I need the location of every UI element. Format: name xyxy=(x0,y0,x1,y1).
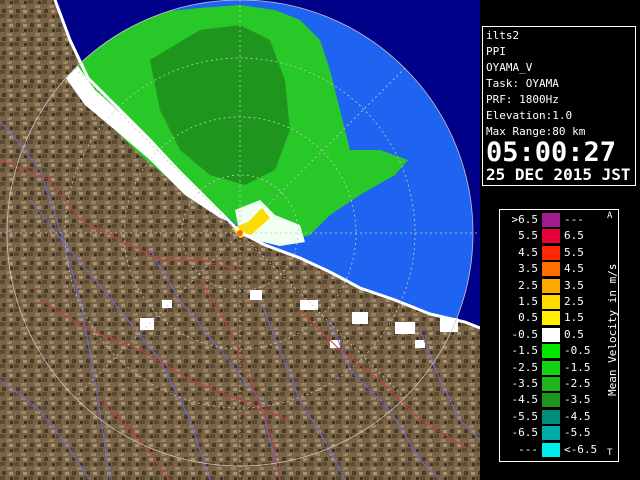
legend-lower-bound: -0.5 xyxy=(511,327,539,341)
legend-title: Mean Velocity in m/s xyxy=(606,263,619,397)
legend-row: 2.5 3.5 xyxy=(500,278,618,294)
legend-lower-bound: -1.5 xyxy=(511,344,539,358)
info-panel: ilts2 PPI OYAMA_V Task: OYAMA PRF: 1800H… xyxy=(480,0,640,480)
site-name: ilts2 xyxy=(486,29,520,42)
scan-info-box: ilts2 PPI OYAMA_V Task: OYAMA PRF: 1800H… xyxy=(482,26,636,186)
legend-row: 4.5 5.5 xyxy=(500,245,618,261)
legend-row: -0.5 0.5 xyxy=(500,327,618,343)
elevation-value: Elevation:1.0 xyxy=(486,109,573,122)
radar-site-marker xyxy=(237,230,243,236)
legend-lower-bound: -6.5 xyxy=(511,426,539,440)
legend-lower-bound: -2.5 xyxy=(511,360,539,374)
legend-lower-bound: --- xyxy=(518,442,538,456)
legend-row: -4.5 -3.5 xyxy=(500,392,618,408)
legend-lower-bound: -3.5 xyxy=(511,377,539,390)
legend-upper-bound: 3.5 xyxy=(564,278,584,292)
legend-color-swatch xyxy=(542,360,560,375)
legend-upper-bound: <-6.5 xyxy=(564,442,598,456)
legend-color-swatch xyxy=(542,393,560,408)
legend-lower-bound: 4.5 xyxy=(518,245,538,259)
legend-bottom-marker: T xyxy=(607,448,613,458)
legend-row: -3.5 -2.5 xyxy=(500,376,618,392)
observation-time: 05:00:27 xyxy=(486,137,617,168)
legend-lower-bound: -5.5 xyxy=(511,409,539,423)
legend-upper-bound: 5.5 xyxy=(564,245,584,259)
task-name: Task: OYAMA xyxy=(486,77,559,90)
legend-upper-bound: 1.5 xyxy=(564,311,584,325)
legend-top-marker: A xyxy=(607,211,613,221)
legend-lower-bound: 2.5 xyxy=(518,278,538,292)
legend-color-swatch xyxy=(542,327,560,342)
legend-color-swatch xyxy=(542,262,560,277)
legend-color-swatch xyxy=(542,295,560,309)
velocity-legend: >6.5 --- 5.5 6.5 4.5 5.5 3.5 4.5 2.5 3.5 1.5 2.5 0.5… xyxy=(499,209,619,462)
legend-color-swatch xyxy=(542,229,560,244)
legend-lower-bound: 1.5 xyxy=(518,295,538,308)
legend-color-swatch xyxy=(542,213,560,227)
legend-upper-bound: 2.5 xyxy=(564,295,584,308)
legend-row: -1.5 -0.5 xyxy=(500,343,618,359)
legend-lower-bound: -4.5 xyxy=(511,393,539,407)
prf-value: PRF: 1800Hz xyxy=(486,93,559,106)
legend-upper-bound: 0.5 xyxy=(564,327,584,341)
radar-ppi-map[interactable] xyxy=(0,0,480,480)
legend-lower-bound: 5.5 xyxy=(518,229,538,243)
legend-lower-bound: 0.5 xyxy=(518,311,538,325)
legend-upper-bound: --- xyxy=(564,213,584,226)
scan-mode: PPI xyxy=(486,45,506,58)
legend-row: 5.5 6.5 xyxy=(500,228,618,244)
legend-row: 3.5 4.5 xyxy=(500,261,618,277)
legend-color-swatch xyxy=(542,426,560,441)
legend-color-swatch xyxy=(542,377,560,391)
legend-row: 0.5 1.5 xyxy=(500,310,618,326)
observation-date: 25 DEC 2015 JST xyxy=(486,165,631,184)
legend-color-swatch xyxy=(542,278,560,293)
legend-color-swatch xyxy=(542,344,560,359)
legend-upper-bound: 4.5 xyxy=(564,262,584,276)
legend-color-swatch xyxy=(542,442,560,457)
legend-upper-bound: -3.5 xyxy=(564,393,591,407)
legend-upper-bound: 6.5 xyxy=(564,229,584,243)
legend-row: 1.5 2.5 xyxy=(500,294,618,310)
legend-upper-bound: -4.5 xyxy=(564,409,591,423)
legend-lower-bound: 3.5 xyxy=(518,262,538,276)
legend-row: -6.5 -5.5 xyxy=(500,425,618,441)
legend-color-swatch xyxy=(542,245,560,260)
legend-row: --- <-6.5 xyxy=(500,442,618,458)
legend-upper-bound: -5.5 xyxy=(564,426,591,440)
legend-upper-bound: -1.5 xyxy=(564,360,591,374)
legend-color-swatch xyxy=(542,311,560,326)
product-name: OYAMA_V xyxy=(486,61,533,74)
legend-lower-bound: >6.5 xyxy=(511,213,539,226)
legend-row: -2.5 -1.5 xyxy=(500,360,618,376)
legend-upper-bound: -2.5 xyxy=(564,377,591,390)
legend-row: >6.5 --- xyxy=(500,212,618,228)
legend-upper-bound: -0.5 xyxy=(564,344,591,358)
legend-color-swatch xyxy=(542,409,560,424)
legend-row: -5.5 -4.5 xyxy=(500,409,618,425)
